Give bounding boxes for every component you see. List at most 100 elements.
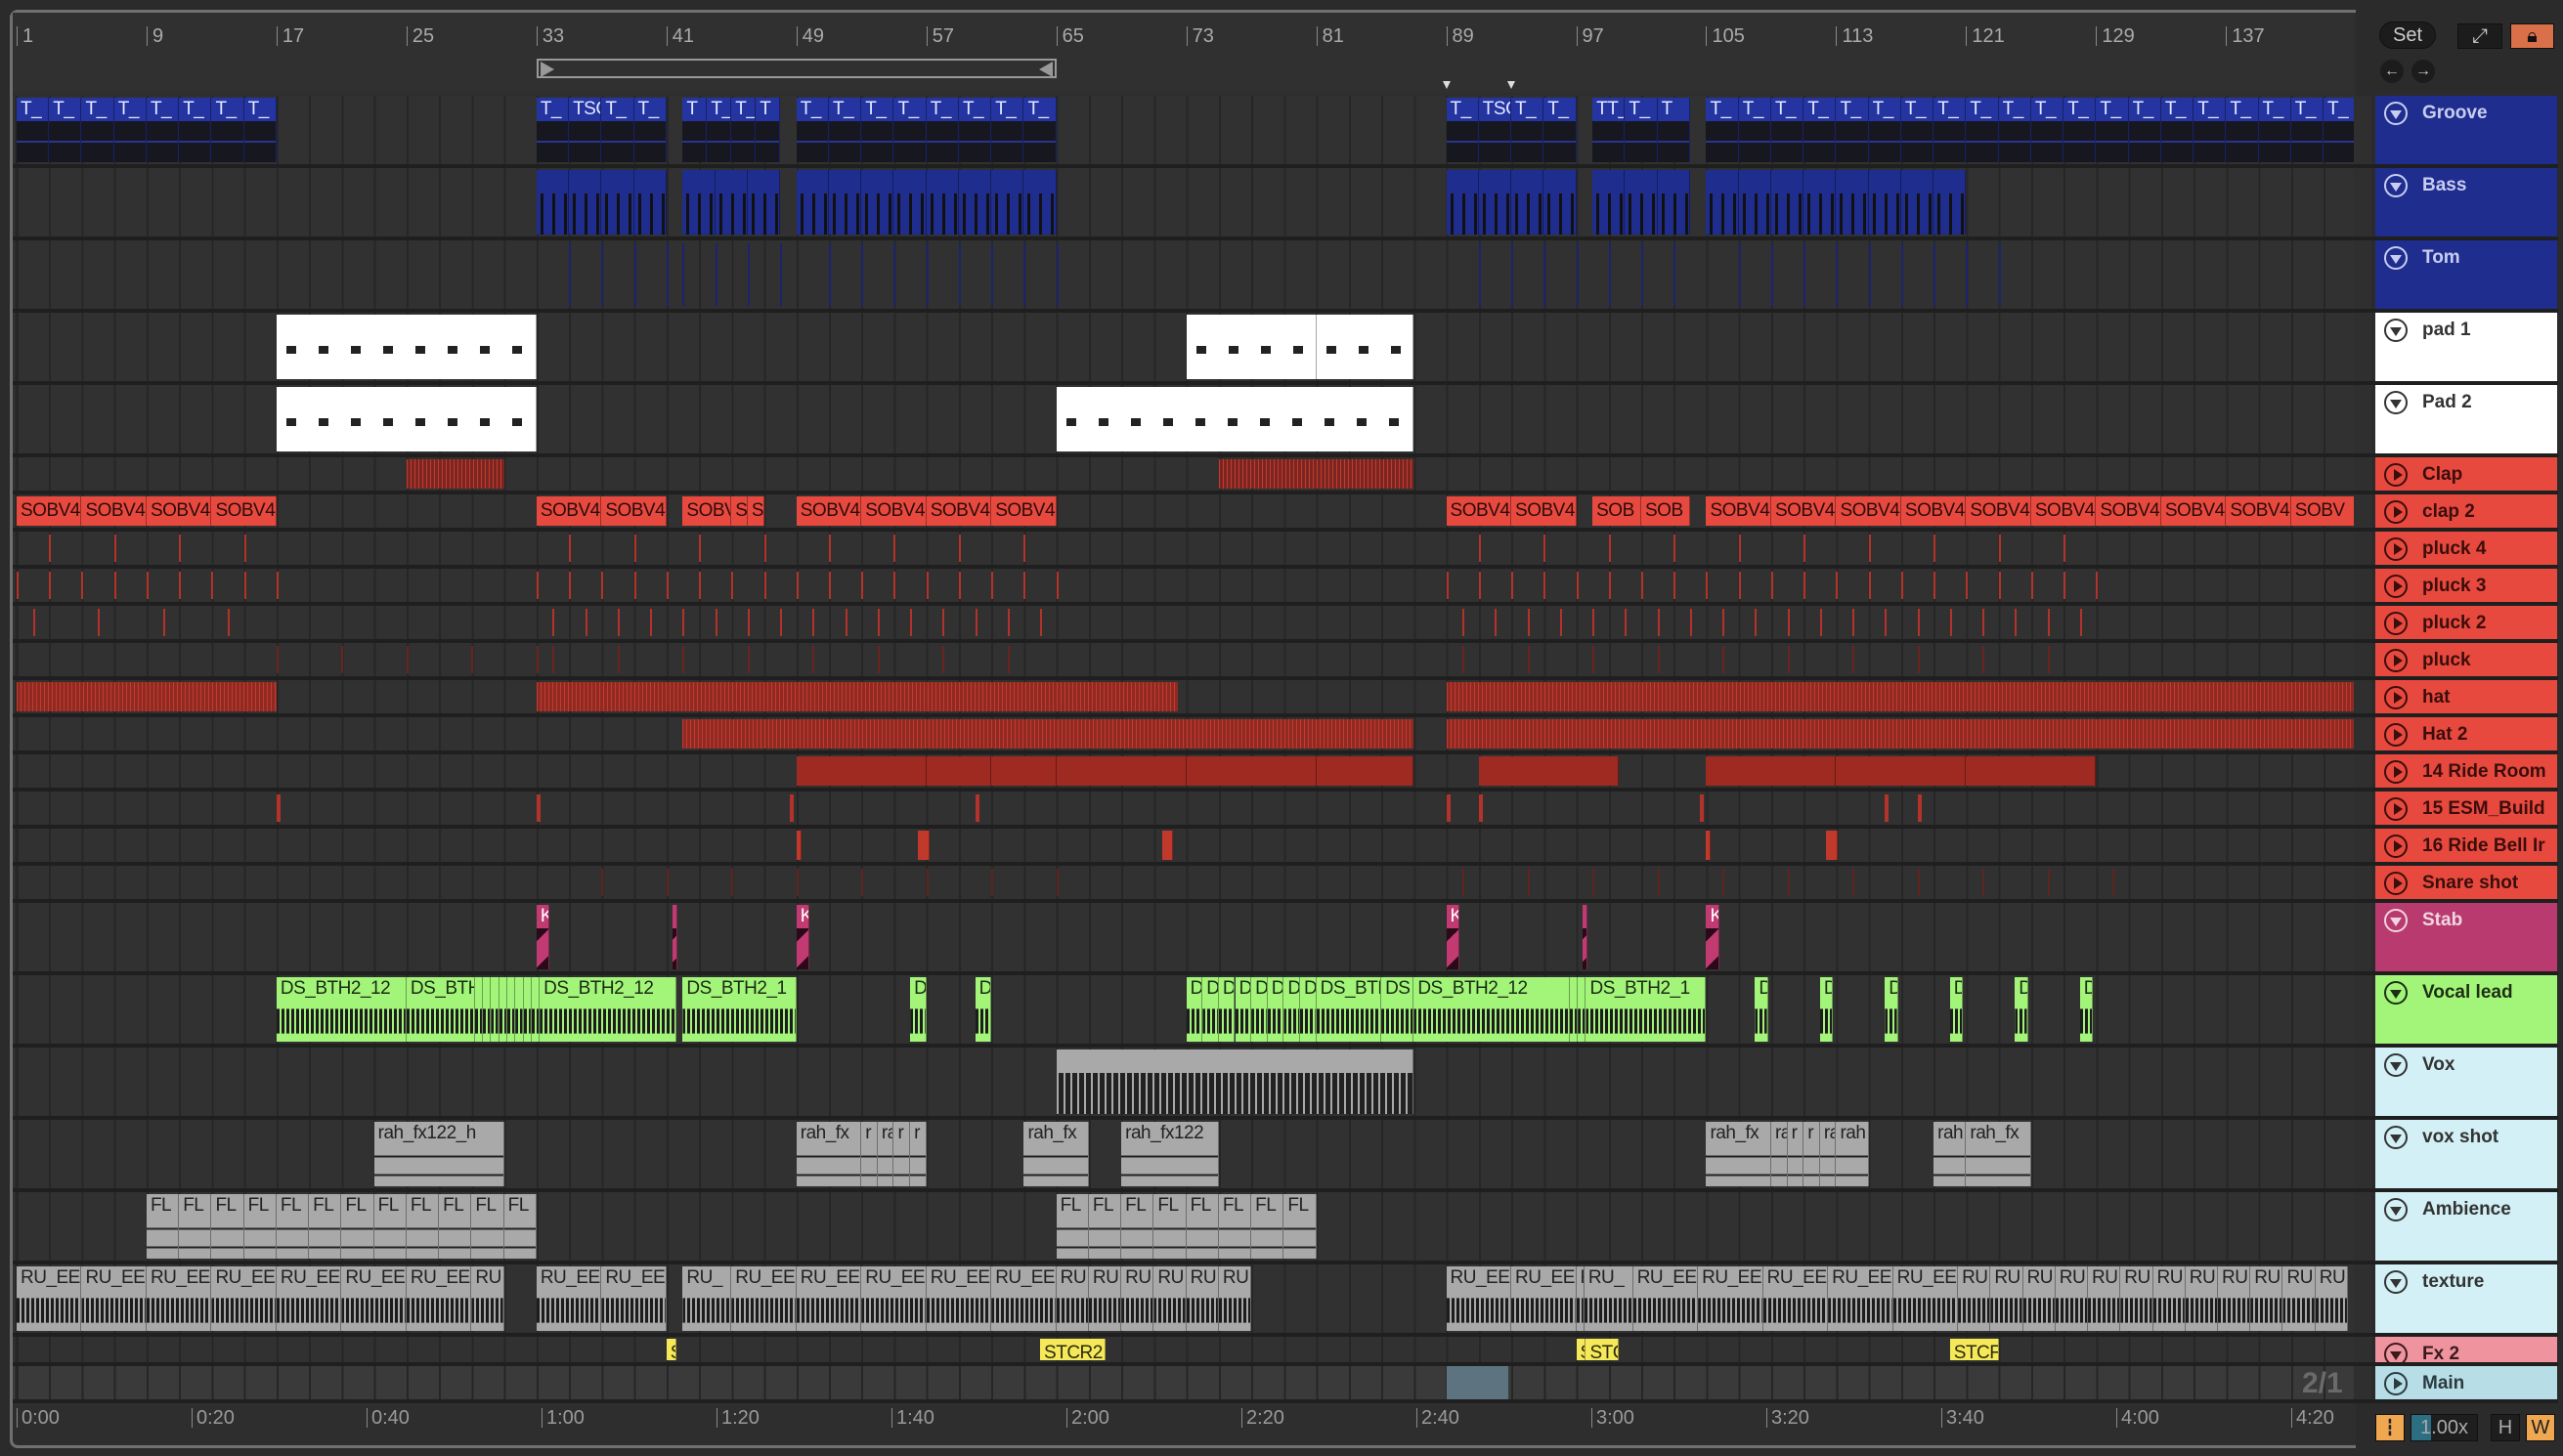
clip[interactable]: T_ xyxy=(861,98,894,162)
clip[interactable]: r xyxy=(910,1122,927,1186)
clip[interactable]: T xyxy=(756,98,781,162)
track-header[interactable]: pluck xyxy=(2375,643,2557,676)
clip[interactable]: T_ xyxy=(926,98,959,162)
tempo-factor-field[interactable]: 1.00x xyxy=(2411,1414,2478,1441)
clip[interactable]: RU_EE xyxy=(926,1266,992,1331)
fold-down-icon[interactable] xyxy=(2384,246,2408,270)
track-lane[interactable] xyxy=(13,168,2354,236)
clip[interactable]: K xyxy=(536,905,550,969)
clip[interactable]: rah_fx xyxy=(1966,1122,2031,1186)
track-header[interactable]: hat xyxy=(2375,680,2557,713)
clip[interactable]: STC xyxy=(1586,1339,1619,1360)
track-lane[interactable] xyxy=(13,643,2354,676)
clip[interactable]: T_ xyxy=(146,98,180,162)
track-lane[interactable] xyxy=(13,866,2354,899)
track-header[interactable]: pluck 3 xyxy=(2375,569,2557,602)
clip[interactable]: D xyxy=(1949,977,1964,1042)
clip[interactable]: T_ xyxy=(2194,98,2227,162)
clip[interactable]: r xyxy=(1803,1122,1820,1186)
clip[interactable]: RU_EE xyxy=(796,1266,862,1331)
clip[interactable] xyxy=(1592,170,1626,235)
hit-stripes[interactable] xyxy=(682,719,1414,749)
clip[interactable]: RU xyxy=(2282,1266,2316,1331)
clip[interactable]: SOBV4 xyxy=(2030,496,2097,526)
clip[interactable] xyxy=(506,977,516,1042)
clip[interactable]: RU_EE xyxy=(1762,1266,1829,1331)
clip[interactable] xyxy=(474,977,483,1042)
clip[interactable] xyxy=(1900,170,1934,235)
track-lane[interactable]: T_T_T_T_T_T_T_T_T_TSCT_T_TT_T_TT_T_T_T_T… xyxy=(13,96,2354,164)
track-lane[interactable]: KKKK xyxy=(13,903,2354,971)
clip[interactable]: rah_fx xyxy=(1023,1122,1089,1186)
clip[interactable] xyxy=(1966,756,2097,786)
clip[interactable]: RU xyxy=(1186,1266,1219,1331)
track-header[interactable]: Bass xyxy=(2375,168,2557,236)
clip[interactable]: RU xyxy=(471,1266,504,1331)
track-header[interactable]: Hat 2 xyxy=(2375,717,2557,750)
clip[interactable] xyxy=(1446,170,1479,235)
marker-icon[interactable] xyxy=(1507,81,1516,89)
clip[interactable] xyxy=(1738,170,1771,235)
clip[interactable]: T_ xyxy=(1966,98,1999,162)
clip[interactable] xyxy=(747,170,781,235)
track-header[interactable]: pad 1 xyxy=(2375,313,2557,381)
lock-button[interactable]: 🔒︎ xyxy=(2510,23,2554,49)
clip[interactable]: SOBV4 xyxy=(17,496,82,526)
clip[interactable]: T_ xyxy=(81,98,114,162)
clip[interactable] xyxy=(499,977,507,1042)
clip[interactable]: T_ xyxy=(536,98,570,162)
clip[interactable]: FL xyxy=(243,1194,277,1259)
clip[interactable] xyxy=(1478,756,1619,786)
clip[interactable]: SOBV4 xyxy=(2226,496,2291,526)
fold-down-icon[interactable] xyxy=(2384,1126,2408,1149)
clip[interactable]: r xyxy=(861,1122,878,1186)
clip[interactable]: RU_EE xyxy=(1446,1266,1512,1331)
play-icon[interactable] xyxy=(2384,797,2408,821)
clip[interactable] xyxy=(1770,170,1804,235)
clip[interactable]: FL xyxy=(1153,1194,1187,1259)
clip[interactable]: RU_ xyxy=(682,1266,732,1331)
clip[interactable] xyxy=(1578,977,1586,1042)
track-lane[interactable]: DS_BTH2_12DS_BTHDDS_BTH2_12DS_BTH2_1DDDD… xyxy=(13,975,2354,1044)
clip[interactable]: ra xyxy=(1819,1122,1837,1186)
clip[interactable] xyxy=(491,977,500,1042)
play-icon[interactable] xyxy=(2384,575,2408,598)
clip[interactable]: RU_EE xyxy=(731,1266,797,1331)
track-header[interactable]: Groove xyxy=(2375,96,2557,164)
clip[interactable] xyxy=(523,977,532,1042)
clip[interactable]: T_ xyxy=(1836,98,1869,162)
clip[interactable]: TSC xyxy=(1478,98,1512,162)
clip[interactable]: D xyxy=(975,977,992,1042)
clip[interactable]: rah xyxy=(1933,1122,1967,1186)
clip[interactable]: T_ xyxy=(2128,98,2161,162)
clip[interactable]: RU_EE xyxy=(861,1266,927,1331)
clip[interactable]: DS xyxy=(1381,977,1414,1042)
clip[interactable] xyxy=(1583,905,1588,969)
clip[interactable]: D xyxy=(1251,977,1268,1042)
clip[interactable] xyxy=(926,756,992,786)
clip[interactable]: RU xyxy=(2315,1266,2348,1331)
track-header[interactable]: Fx 2 xyxy=(2375,1337,2557,1362)
track-header[interactable]: vox shot xyxy=(2375,1120,2557,1188)
clip[interactable]: TT_ xyxy=(1592,98,1626,162)
clip[interactable]: T_ xyxy=(1511,98,1544,162)
clip[interactable]: DS_BTH2_12 xyxy=(540,977,676,1042)
clip[interactable]: D xyxy=(1235,977,1252,1042)
clip[interactable]: DS_BTH2_12 xyxy=(1413,977,1570,1042)
fold-down-icon[interactable] xyxy=(2384,1198,2408,1221)
clip[interactable]: S xyxy=(666,1339,676,1360)
clip[interactable]: T_ xyxy=(49,98,82,162)
clip[interactable]: T_ xyxy=(2258,98,2291,162)
set-button[interactable]: Set xyxy=(2379,21,2436,49)
track-header[interactable]: Clap xyxy=(2375,457,2557,491)
clip[interactable] xyxy=(515,977,524,1042)
clip[interactable] xyxy=(861,170,894,235)
clip[interactable]: T_ xyxy=(601,98,634,162)
fold-down-icon[interactable] xyxy=(2384,1343,2408,1362)
clip[interactable] xyxy=(601,170,634,235)
clip[interactable]: T_ xyxy=(731,98,757,162)
track-header[interactable]: Pad 2 xyxy=(2375,385,2557,453)
clip[interactable] xyxy=(1023,170,1057,235)
hit-stripes[interactable] xyxy=(1218,459,1414,489)
clip[interactable]: T_ xyxy=(1770,98,1804,162)
